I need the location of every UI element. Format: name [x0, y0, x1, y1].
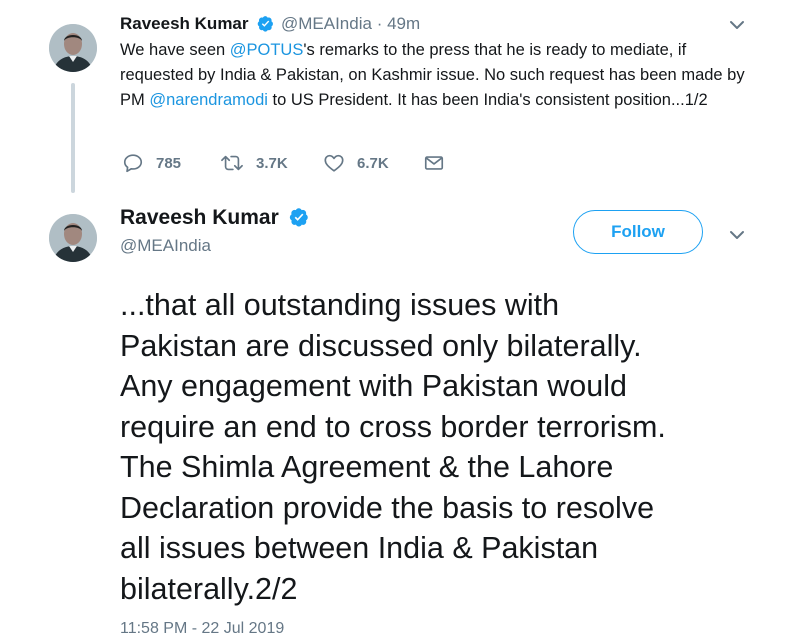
- author-handle[interactable]: @MEAIndia: [120, 236, 211, 256]
- tweet-text-line: bilaterally.2/2: [120, 571, 298, 606]
- tweet-text-line: The Shimla Agreement & the Lahore: [120, 450, 614, 484]
- thread-connector-line: [71, 83, 75, 193]
- retweet-button[interactable]: 3.7K: [220, 152, 288, 174]
- envelope-icon: [424, 156, 444, 170]
- mention-link[interactable]: @POTUS: [230, 41, 304, 59]
- reply-count: 785: [156, 154, 182, 172]
- author-name-row: Raveesh Kumar: [120, 206, 311, 233]
- heart-icon: [324, 154, 344, 172]
- tweet-text-line: Any engagement with Pakistan would: [120, 369, 627, 403]
- reply-icon: [123, 154, 143, 173]
- tweet-timestamp[interactable]: 11:58 PM - 22 Jul 2019: [120, 620, 284, 638]
- like-count: 6.7K: [357, 154, 389, 172]
- author-avatar[interactable]: [49, 24, 97, 72]
- avatar-image: [49, 214, 97, 262]
- tweet-time[interactable]: 49m: [387, 14, 420, 33]
- tweet-text-line: Pakistan are discussed only bilaterally.: [120, 328, 642, 363]
- verified-badge-icon: [257, 15, 274, 37]
- mention-link[interactable]: @narendramodi: [149, 91, 268, 109]
- tweet-text: ...that all outstanding issues with Paki…: [120, 285, 770, 609]
- more-options-chevron-down-icon[interactable]: [726, 14, 748, 36]
- avatar-image: [49, 24, 97, 72]
- author-avatar[interactable]: [49, 214, 97, 262]
- follow-button[interactable]: Follow: [573, 210, 703, 254]
- like-button[interactable]: 6.7K: [323, 152, 389, 174]
- tweet-text-line: all issues between India & Pakistan: [120, 531, 599, 565]
- verified-badge-icon: [289, 207, 309, 233]
- author-handle[interactable]: @MEAIndia: [281, 14, 372, 33]
- tweet-text-part: We have seen: [120, 41, 230, 59]
- author-name[interactable]: Raveesh Kumar: [120, 14, 249, 33]
- direct-message-button[interactable]: [423, 152, 445, 174]
- tweet-text-line: Declaration provide the basis to resolve: [120, 490, 655, 525]
- more-options-chevron-down-icon[interactable]: [726, 224, 748, 246]
- tweet-header: Raveesh Kumar @MEAIndia · 49m: [120, 14, 420, 37]
- retweet-count: 3.7K: [256, 154, 288, 172]
- reply-button[interactable]: 785: [122, 152, 181, 174]
- retweet-icon: [221, 155, 243, 171]
- tweet-text: We have seen @POTUS's remarks to the pre…: [120, 38, 760, 113]
- tweet-text-part: to US President. It has been India's con…: [267, 91, 708, 109]
- author-name[interactable]: Raveesh Kumar: [120, 206, 279, 229]
- separator-dot: ·: [376, 14, 383, 33]
- tweet-text-line: ...that all outstanding issues with: [120, 288, 560, 322]
- tweet-text-line: require an end to cross border terrorism…: [120, 409, 666, 444]
